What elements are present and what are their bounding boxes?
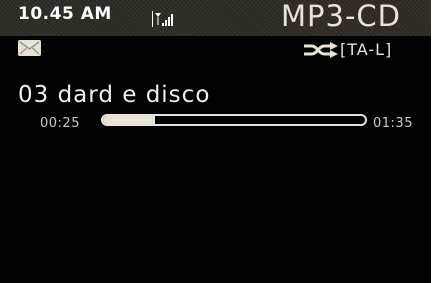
elapsed-time: 00:25	[40, 116, 80, 131]
mp3-player-screen: 10.45 AM MP3-CD [TA-L] 03 dard e disco 0…	[0, 0, 438, 283]
status-bar: 10.45 AM MP3-CD	[0, 0, 438, 36]
mail-icon[interactable]	[18, 40, 41, 56]
track-title: 03 dard e disco	[18, 82, 211, 108]
signal-icon	[152, 11, 173, 27]
shuffle-icon[interactable]	[304, 42, 338, 58]
progress-fill	[103, 116, 156, 124]
progress-bar[interactable]	[101, 114, 367, 126]
clock: 10.45 AM	[18, 4, 112, 24]
total-time: 01:35	[373, 116, 413, 131]
screen-edge	[431, 0, 438, 283]
play-mode-label: [TA-L]	[340, 40, 393, 59]
app-title: MP3-CD	[281, 0, 402, 33]
